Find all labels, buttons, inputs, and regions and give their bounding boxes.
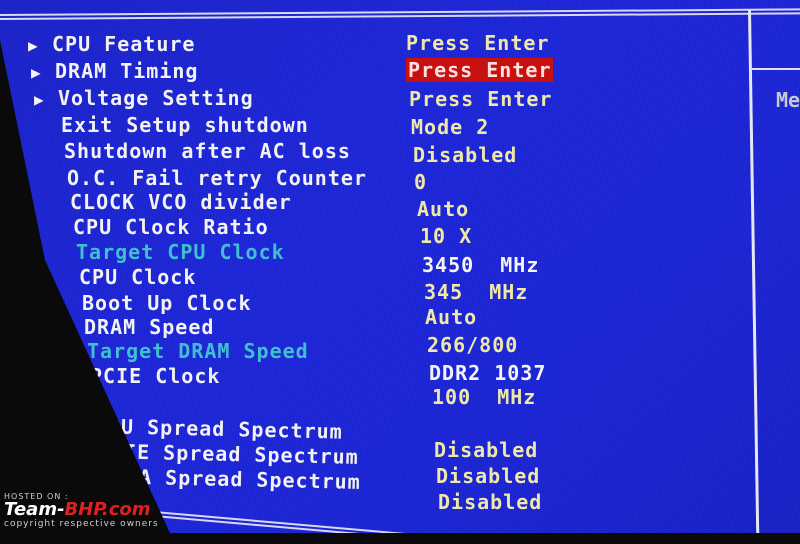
setting-value-dram-timing-selected[interactable]: Press Enter	[406, 58, 554, 82]
setting-value-target-dram-speed: DDR2 1037	[429, 361, 547, 385]
panel-divider	[748, 9, 760, 533]
setting-label-cpu-feature[interactable]: CPU Feature	[52, 32, 195, 56]
help-panel-divider	[752, 68, 800, 70]
setting-label-sata-spread-spectrum[interactable]: SATA Spread Spectrum	[100, 464, 361, 494]
setting-label-cpu-clock[interactable]: CPU Clock	[79, 265, 196, 289]
watermark-brand: Team-BHP.com	[4, 501, 159, 519]
setting-value-shutdown-after-ac-loss[interactable]: Disabled	[413, 143, 517, 167]
setting-value-cpu-spread-spectrum[interactable]: Disabled	[434, 438, 538, 462]
setting-label-pcie-clock[interactable]: PCIE Clock	[90, 364, 220, 388]
setting-value-cpu-clock[interactable]: 345 MHz	[424, 280, 528, 304]
setting-label-voltage-setting[interactable]: Voltage Setting	[58, 86, 254, 110]
setting-label-target-dram-speed: Target DRAM Speed	[87, 339, 309, 363]
submenu-arrow-icon: ▶	[31, 63, 41, 82]
submenu-arrow-icon: ▶	[28, 36, 38, 55]
watermark-copyright: copyright respective owners	[4, 519, 159, 529]
setting-value-voltage-setting[interactable]: Press Enter	[409, 87, 552, 111]
setting-value-oc-fail-retry[interactable]: 0	[414, 170, 427, 194]
bottom-border	[119, 508, 459, 533]
bios-screen: Me ▶ ▶ ▶ CPU Feature DRAM Timing Voltage…	[0, 0, 800, 533]
setting-value-dram-speed[interactable]: 266/800	[427, 333, 518, 357]
top-border	[0, 8, 800, 20]
setting-label-exit-setup-shutdown[interactable]: Exit Setup shutdown	[61, 113, 309, 137]
setting-value-cpu-feature[interactable]: Press Enter	[406, 31, 549, 55]
setting-value-pcie-spread-spectrum[interactable]: Disabled	[436, 464, 540, 488]
setting-label-dram-speed[interactable]: DRAM Speed	[84, 315, 214, 339]
setting-value-clock-vco-divider[interactable]: Auto	[417, 197, 469, 221]
submenu-arrow-icon: ▶	[34, 90, 44, 109]
watermark-brand-prefix: Team-	[4, 499, 65, 520]
setting-value-target-cpu-clock: 3450 MHz	[422, 253, 540, 277]
setting-label-cpu-clock-ratio[interactable]: CPU Clock Ratio	[73, 215, 269, 239]
setting-label-boot-up-clock[interactable]: Boot Up Clock	[82, 291, 252, 315]
help-panel-title: Me	[776, 88, 800, 112]
setting-value-boot-up-clock[interactable]: Auto	[425, 305, 477, 329]
setting-label-pcie-spread-spectrum[interactable]: PCIE Spread Spectrum	[98, 439, 359, 469]
setting-label-dram-timing[interactable]: DRAM Timing	[55, 59, 198, 83]
setting-value-sata-spread-spectrum[interactable]: Disabled	[438, 490, 542, 514]
watermark: HOSTED ON : Team-BHP.com copyright respe…	[4, 492, 159, 529]
setting-label-clock-vco-divider[interactable]: CLOCK VCO divider	[70, 190, 292, 214]
setting-value-pcie-clock[interactable]: 100 MHz	[432, 385, 536, 409]
setting-label-oc-fail-retry[interactable]: O.C. Fail retry Counter	[67, 166, 367, 190]
setting-value-cpu-clock-ratio[interactable]: 10 X	[420, 224, 472, 248]
setting-label-shutdown-after-ac-loss[interactable]: Shutdown after AC loss	[64, 139, 351, 163]
setting-value-exit-setup-shutdown[interactable]: Mode 2	[411, 115, 489, 139]
watermark-brand-suffix: BHP.com	[64, 499, 151, 520]
setting-label-target-cpu-clock: Target CPU Clock	[76, 240, 285, 264]
